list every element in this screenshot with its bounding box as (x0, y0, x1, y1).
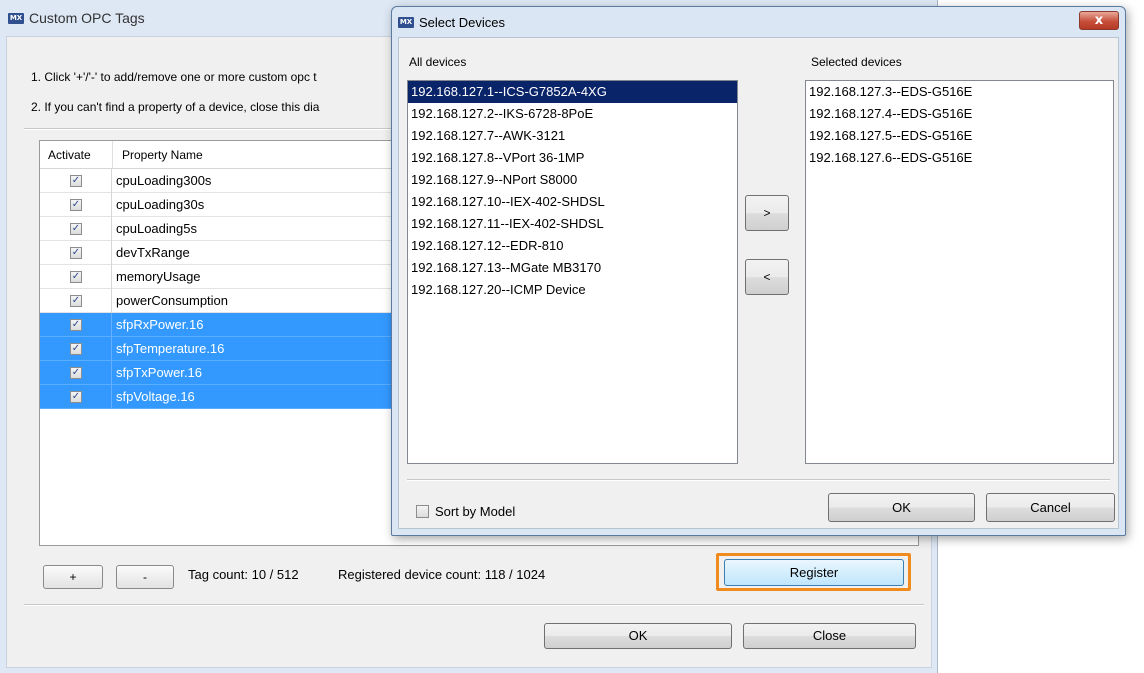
property-name-cell: sfpVoltage.16 (116, 389, 195, 404)
activate-cell: ✓ (40, 337, 112, 361)
select-devices-ok-button[interactable]: OK (828, 493, 975, 522)
list-item[interactable]: 192.168.127.6--EDS-G516E (806, 147, 1113, 169)
activate-checkbox[interactable]: ✓ (70, 247, 82, 259)
sort-by-model-checkbox[interactable] (416, 505, 429, 518)
list-item[interactable]: 192.168.127.2--IKS-6728-8PoE (408, 103, 737, 125)
activate-cell: ✓ (40, 241, 112, 265)
select-devices-client: All devices Selected devices 192.168.127… (398, 37, 1119, 529)
opc-ok-button[interactable]: OK (544, 623, 732, 649)
property-name-cell: cpuLoading300s (116, 173, 212, 188)
activate-checkbox[interactable]: ✓ (70, 271, 82, 283)
instruction-line-2: 2. If you can't find a property of a dev… (31, 100, 320, 114)
tag-count-text: Tag count: 10 / 512 (188, 567, 299, 582)
property-name-cell: powerConsumption (116, 293, 229, 308)
list-item[interactable]: 192.168.127.8--VPort 36-1MP (408, 147, 737, 169)
selected-devices-list[interactable]: 192.168.127.3--EDS-G516E 192.168.127.4--E… (805, 80, 1114, 464)
app-logo-icon: MX (398, 16, 414, 28)
property-name-cell: sfpRxPower.16 (116, 317, 204, 332)
activate-cell: ✓ (40, 217, 112, 241)
property-name-cell: devTxRange (116, 245, 190, 260)
sort-by-model-label[interactable]: Sort by Model (435, 504, 515, 519)
list-item[interactable]: 192.168.127.7--AWK-3121 (408, 125, 737, 147)
app-logo-icon: MX (8, 12, 24, 24)
column-header-activate[interactable]: Activate (48, 148, 91, 162)
opc-close-button[interactable]: Close (743, 623, 916, 649)
list-item[interactable]: 192.168.127.12--EDR-810 (408, 235, 737, 257)
activate-cell: ✓ (40, 385, 112, 409)
column-header-property-name[interactable]: Property Name (122, 148, 203, 162)
select-devices-titlebar: MX Select Devices x (392, 7, 1125, 37)
list-item[interactable]: 192.168.127.11--IEX-402-SHDSL (408, 213, 737, 235)
activate-cell: ✓ (40, 361, 112, 385)
column-divider (112, 141, 113, 169)
list-item[interactable]: 192.168.127.9--NPort S8000 (408, 169, 737, 191)
add-tag-button[interactable]: + (43, 565, 103, 589)
select-devices-title: Select Devices (419, 14, 505, 30)
instruction-line-1: 1. Click '+'/'-' to add/remove one or mo… (31, 70, 317, 84)
list-item[interactable]: 192.168.127.10--IEX-402-SHDSL (408, 191, 737, 213)
selected-devices-label: Selected devices (811, 55, 902, 69)
registered-device-count-text: Registered device count: 118 / 1024 (338, 567, 546, 582)
list-item[interactable]: 192.168.127.20--ICMP Device (408, 279, 737, 301)
property-name-cell: cpuLoading30s (116, 197, 205, 212)
opc-window-title: Custom OPC Tags (29, 10, 145, 26)
property-name-cell: memoryUsage (116, 269, 201, 284)
activate-checkbox[interactable]: ✓ (70, 367, 82, 379)
list-item[interactable]: 192.168.127.13--MGate MB3170 (408, 257, 737, 279)
activate-cell: ✓ (40, 169, 112, 193)
activate-cell: ✓ (40, 289, 112, 313)
activate-checkbox[interactable]: ✓ (70, 343, 82, 355)
activate-checkbox[interactable]: ✓ (70, 223, 82, 235)
list-item[interactable]: 192.168.127.4--EDS-G516E (806, 103, 1113, 125)
activate-cell: ✓ (40, 193, 112, 217)
activate-checkbox[interactable]: ✓ (70, 199, 82, 211)
activate-cell: ✓ (40, 265, 112, 289)
remove-tag-button[interactable]: - (116, 565, 174, 589)
select-devices-cancel-button[interactable]: Cancel (986, 493, 1115, 522)
activate-checkbox[interactable]: ✓ (70, 319, 82, 331)
divider (24, 604, 924, 606)
list-item[interactable]: 192.168.127.5--EDS-G516E (806, 125, 1113, 147)
property-name-cell: cpuLoading5s (116, 221, 197, 236)
move-right-button[interactable]: > (745, 195, 789, 231)
all-devices-list[interactable]: 192.168.127.1--ICS-G7852A-4XG 192.168.127… (407, 80, 738, 464)
activate-cell: ✓ (40, 313, 112, 337)
all-devices-label: All devices (409, 55, 467, 69)
list-item[interactable]: 192.168.127.1--ICS-G7852A-4XG (408, 81, 737, 103)
list-item[interactable]: 192.168.127.3--EDS-G516E (806, 81, 1113, 103)
property-name-cell: sfpTxPower.16 (116, 365, 202, 380)
activate-checkbox[interactable]: ✓ (70, 175, 82, 187)
select-devices-dialog: MX Select Devices x All devices Selected… (391, 6, 1126, 536)
activate-checkbox[interactable]: ✓ (70, 295, 82, 307)
divider (407, 479, 1110, 481)
move-left-button[interactable]: < (745, 259, 789, 295)
close-icon[interactable]: x (1079, 11, 1119, 30)
property-name-cell: sfpTemperature.16 (116, 341, 225, 356)
register-button[interactable]: Register (724, 559, 904, 586)
activate-checkbox[interactable]: ✓ (70, 391, 82, 403)
